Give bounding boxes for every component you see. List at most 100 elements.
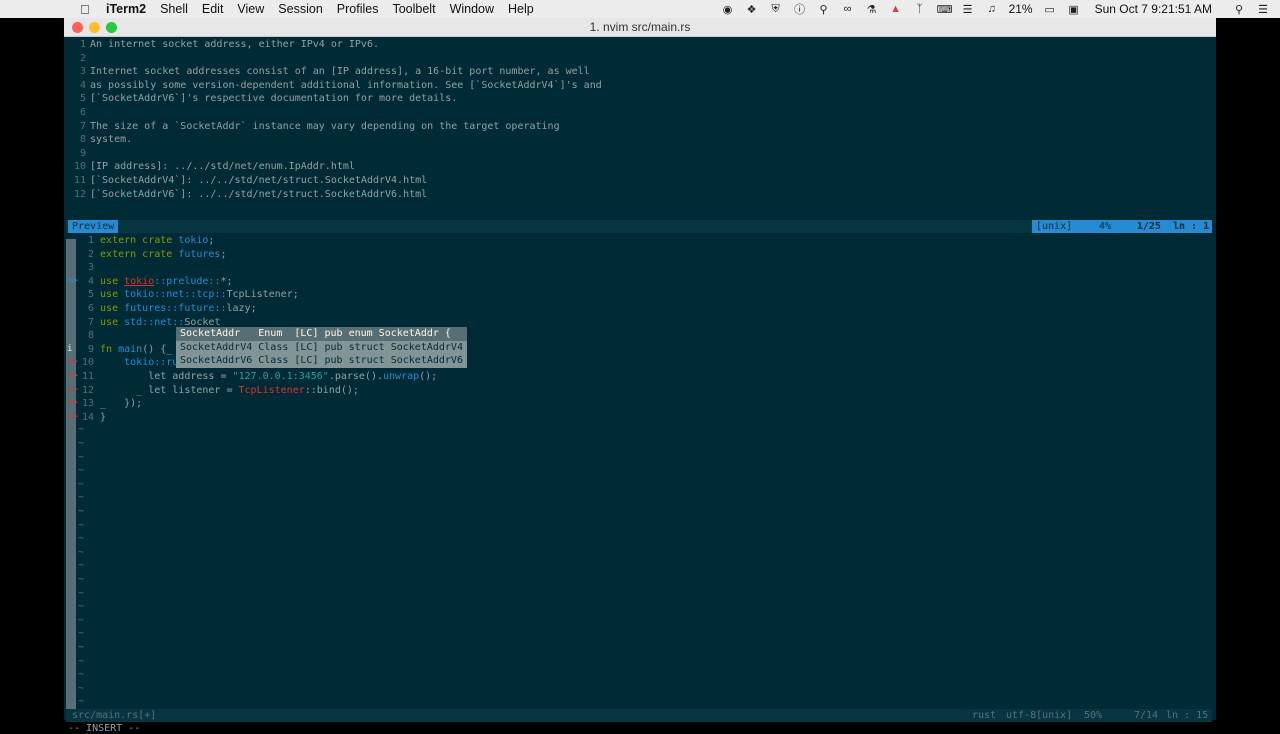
shield-icon[interactable]: ⛨ [769, 3, 783, 16]
preview-line: 11 [`SocketAddrV4`]: ../../std/net/struct… [73, 175, 428, 186]
display-icon[interactable]: ▣ [1067, 3, 1081, 16]
code-line: 3 [87, 262, 94, 274]
tilde-line: ~ [78, 696, 85, 708]
completion-item-socketaddrv6[interactable]: SocketAddrV6 Class [LC] pub struct Socke… [176, 354, 467, 368]
menu-app[interactable]: iTerm2 [106, 2, 146, 16]
preview-line: 12 [`SocketAddrV6`]: ../../std/net/struct… [73, 188, 428, 200]
tilde-line: ~ [78, 424, 85, 436]
code-line: >> 13 _ }); [67, 398, 143, 410]
preview-line: 8 system. [79, 134, 133, 146]
alert-icon[interactable]: ▲ [889, 3, 903, 15]
tilde-line: ~ [78, 506, 85, 517]
warning-sign: >> [67, 371, 78, 381]
completion-item-socketaddr[interactable]: SocketAddr Enum [LC] pub enum SocketAddr… [176, 327, 467, 341]
tilde-line: ~ [78, 655, 85, 667]
statusline-filename: src/main.rs[+] [72, 710, 157, 721]
preview-label: Preview [68, 220, 119, 233]
mode-indicator: -- INSERT -- [68, 723, 141, 734]
tilde-line: ~ [78, 533, 85, 545]
battery-percent[interactable]: 21% [1009, 2, 1033, 16]
preview-format: [unix] [1032, 220, 1077, 233]
code-line: >> 10 tokio::ru [67, 357, 179, 369]
tilde-line: ~ [78, 492, 85, 504]
tilde-line: ~ [78, 628, 85, 640]
notification-center-icon[interactable]: ☰ [1256, 3, 1270, 16]
menu-help[interactable]: Help [508, 2, 534, 16]
tilde-line: ~ [78, 546, 85, 558]
window-titlebar[interactable]: 1. nvim src/main.rs [64, 18, 1216, 37]
zoom-button[interactable] [106, 22, 117, 33]
close-button[interactable] [72, 22, 83, 33]
preview-statusline: Preview [unix] 4% 1/25 ln : 1 [66, 220, 1212, 233]
magnifier-icon[interactable]: ⚲ [817, 3, 831, 16]
tilde-line: ~ [78, 642, 85, 653]
keyboard-icon[interactable]: ⌨ [937, 3, 953, 16]
clock[interactable]: Sun Oct 7 9:21:51 AM [1095, 2, 1212, 16]
iterm-window: 1. nvim src/main.rs 1 An internet socket … [64, 18, 1216, 734]
tilde-line: ~ [78, 478, 85, 490]
warning-sign: >> [67, 275, 78, 286]
tilde-line: ~ [78, 669, 85, 681]
preview-line: 1 An internet socket address, either IPv4… [79, 39, 379, 50]
tilde-line: ~ [78, 519, 85, 531]
preview-line: 3 Internet socket addresses consist of an… [79, 66, 590, 78]
menu-window[interactable]: Window [450, 2, 494, 16]
glasses-icon[interactable]: ∞ [841, 3, 855, 15]
minimize-button[interactable] [89, 22, 100, 33]
code-line: 2 extern crate futures; [87, 248, 227, 260]
terminal-area[interactable]: 1 An internet socket address, either IPv4… [64, 37, 1216, 734]
record-icon[interactable]: ◉ [721, 3, 735, 16]
search-icon[interactable]: ⚲ [1232, 3, 1246, 16]
menu-view[interactable]: View [237, 2, 264, 16]
menu-toolbelt[interactable]: Toolbelt [392, 2, 435, 16]
preview-line: 4 as possibly some version-dependent addi… [79, 79, 602, 91]
warning-sign: >> [67, 357, 78, 368]
preview-line: 2 [79, 52, 86, 64]
code-line: >> 14 } [67, 411, 107, 423]
battery-icon[interactable]: ▭ [1043, 3, 1057, 16]
preview-line: 5 [`SocketAddrV6`]'s respective documenta… [79, 93, 458, 105]
tilde-line: ~ [78, 614, 85, 626]
tilde-line: ~ [78, 682, 85, 694]
tilde-line: ~ [78, 587, 85, 599]
statusline-position: 7/14 [1134, 710, 1159, 721]
preview-ln: ln : 1 [1173, 221, 1210, 232]
warning-sign: >> [67, 398, 78, 409]
status-area: ◉ ❖ ⛨ ⓘ ⚲ ∞ ⚗ ▲ ᛉ ⌨ ☰ ♫ 21% ▭ ▣ Sun Oct … [721, 0, 1270, 18]
preview-pos: 1/25 [1136, 221, 1161, 232]
apple-icon[interactable]:  [80, 2, 94, 17]
completion-item-socketaddrv4[interactable]: SocketAddrV4 Class [LC] pub struct Socke… [176, 340, 467, 354]
menu-edit[interactable]: Edit [202, 2, 224, 16]
code-line: 8 [87, 330, 94, 342]
code-line: >> 4 use tokio::prelude::*; [67, 275, 233, 287]
tilde-line: ~ [78, 560, 85, 572]
info-sign: i [67, 343, 73, 354]
volume-icon[interactable]: ♫ [985, 3, 999, 15]
menu-shell[interactable]: Shell [160, 2, 188, 16]
window-title: 1. nvim src/main.rs [589, 20, 691, 34]
tilde-line: ~ [78, 451, 85, 463]
code-line: i9 fn main() {_ [67, 343, 173, 355]
warning-sign: >> [67, 384, 78, 395]
statusline-encoding: utf-8[unix] [1006, 710, 1073, 721]
code-line: 6 use futures::future::lazy; [87, 303, 257, 314]
flask-icon[interactable]: ⚗ [865, 3, 879, 16]
tilde-line: ~ [78, 574, 85, 585]
info-icon[interactable]: ⓘ [793, 1, 807, 17]
menu-profiles[interactable]: Profiles [337, 2, 379, 16]
bluetooth-icon[interactable]: ᛉ [913, 3, 927, 15]
statusline-percent: 50% [1084, 710, 1103, 721]
statusline-ln: ln : 15 [1166, 710, 1209, 721]
preview-percent: 4% [1076, 220, 1134, 233]
preview-line: 10 [IP address]: ../../std/net/enum.IpAdd… [73, 161, 355, 173]
statusline-filetype: rust [972, 710, 997, 721]
preview-line: 7 The size of a `SocketAddr` instance may… [79, 120, 560, 132]
menu-session[interactable]: Session [278, 2, 322, 16]
wifi-icon[interactable]: ☰ [961, 3, 975, 16]
preview-position-block: 1/25 ln : 1 [1134, 220, 1212, 233]
code-line: >> 12 _ let listener = TcpListener::bind(… [67, 384, 359, 396]
code-line: >> 11 let address = "127.0.0.1:3456".pars… [67, 371, 438, 382]
code-line: 5 use tokio::net::tcp::TcpListener; [87, 289, 299, 301]
tilde-line: ~ [78, 601, 85, 613]
dropbox-icon[interactable]: ❖ [745, 3, 759, 16]
